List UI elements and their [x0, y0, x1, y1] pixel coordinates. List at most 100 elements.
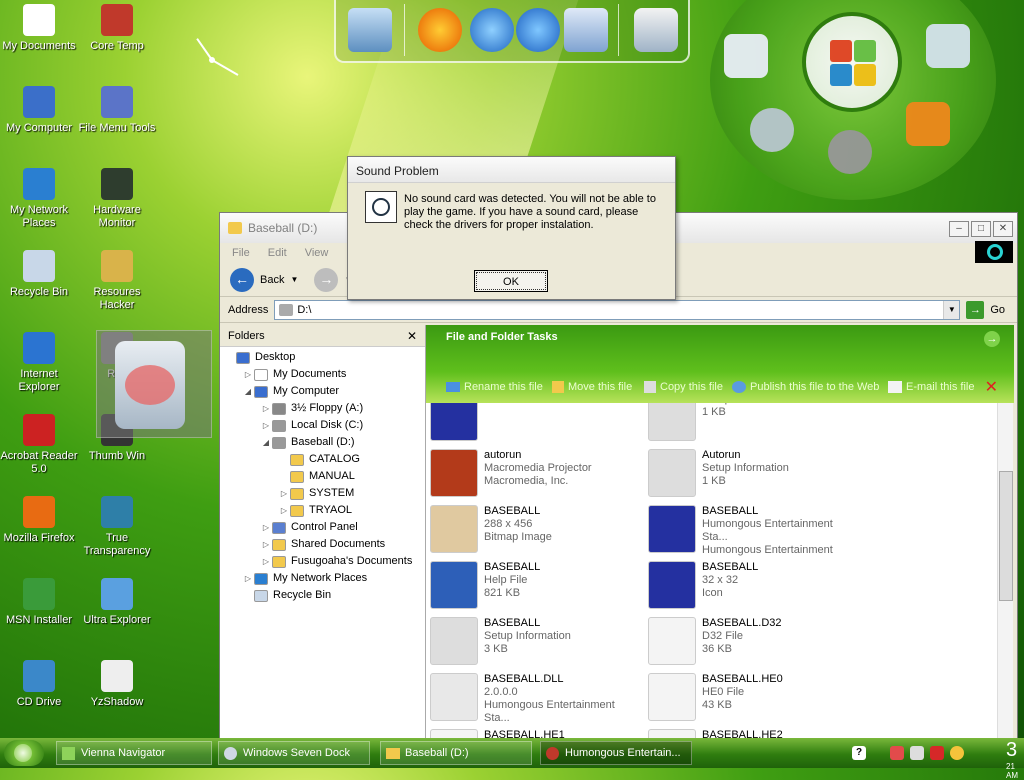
desktop-icon[interactable]: Resoures Hacker	[78, 250, 156, 312]
expander-icon[interactable]: ▷	[260, 519, 272, 536]
back-label[interactable]: Back	[260, 274, 284, 286]
delete-icon[interactable]: ✕	[985, 380, 998, 396]
tree-item[interactable]: ▷ Control Panel	[220, 519, 425, 536]
file-item[interactable]: Setup Information1 KB	[648, 403, 858, 447]
desktop-icon[interactable]: True Transparency	[78, 496, 156, 558]
network-icon[interactable]	[890, 746, 904, 760]
file-item[interactable]: AUTOBASE	[430, 403, 640, 447]
task-move[interactable]: Move this file	[552, 381, 632, 393]
recycle-icon[interactable]	[926, 24, 970, 68]
expander-icon[interactable]: ▷	[242, 570, 254, 587]
installer-icon[interactable]	[564, 8, 608, 52]
taskbar-clock[interactable]: 3 21 AM	[1006, 739, 1018, 780]
expander-icon[interactable]: ▷	[242, 366, 254, 383]
tree-item[interactable]: ▷ Fusugoaha's Documents	[220, 553, 425, 570]
tree-item[interactable]: ▷ Local Disk (C:)	[220, 417, 425, 434]
tree-item[interactable]: ▷ Shared Documents	[220, 536, 425, 553]
desktop-icon[interactable]: Core Temp	[78, 4, 156, 53]
tree-item[interactable]: ▷ TRYAOL	[220, 502, 425, 519]
film-icon[interactable]	[828, 130, 872, 174]
file-item[interactable]: BASEBALL Help File 821 KB	[430, 561, 640, 615]
menu-view[interactable]: View	[305, 247, 329, 259]
address-dropdown-icon[interactable]: ▼	[943, 300, 960, 319]
expander-icon[interactable]: ▷	[260, 536, 272, 553]
taskbar-humongous-entertainment[interactable]: Humongous Entertain...	[540, 741, 692, 765]
tree-item[interactable]: ▷ 3½ Floppy (A:)	[220, 400, 425, 417]
desktop-icon[interactable]: My Network Places	[0, 168, 78, 230]
back-button[interactable]: ←	[230, 267, 254, 292]
ok-button[interactable]: OK	[474, 270, 548, 292]
desktop-icon[interactable]: CD Drive	[0, 660, 78, 709]
forward-button[interactable]: →	[314, 267, 339, 292]
expander-icon[interactable]: ◢	[260, 434, 272, 451]
help-icon[interactable]: ?	[852, 746, 866, 760]
messenger-icon[interactable]	[950, 746, 964, 760]
search-icon[interactable]	[750, 108, 794, 152]
file-item[interactable]: Autorun Setup Information 1 KB	[648, 449, 858, 503]
back-dropdown-icon[interactable]: ▼	[290, 275, 298, 284]
file-item[interactable]: BASEBALL 32 x 32 Icon	[648, 561, 858, 615]
expander-icon[interactable]: ▷	[278, 485, 290, 502]
file-item[interactable]: BASEBALL Humongous Entertainment Sta... Hu…	[648, 505, 858, 559]
vertical-scrollbar[interactable]	[997, 403, 1013, 739]
close-folders-button[interactable]: ✕	[407, 329, 417, 343]
desktop-icon[interactable]: Mozilla Firefox	[0, 496, 78, 545]
close-button[interactable]: ✕	[993, 221, 1013, 237]
desktop-icon[interactable]: YzShadow	[78, 660, 156, 709]
go-button[interactable]: Go	[990, 304, 1005, 316]
desktop-icon[interactable]: Ultra Explorer	[78, 578, 156, 627]
expander-icon[interactable]: ▷	[260, 400, 272, 417]
tree-item[interactable]: ◢ Baseball (D:)	[220, 434, 425, 451]
file-item[interactable]: BASEBALL.D32 D32 File 36 KB	[648, 617, 858, 671]
tree-item[interactable]: ▷ My Network Places	[220, 570, 425, 587]
windows-logo-icon[interactable]	[802, 12, 902, 112]
file-item[interactable]: BASEBALL Setup Information 3 KB	[430, 617, 640, 671]
media-player-icon[interactable]	[516, 8, 560, 52]
go-arrow-icon[interactable]: →	[966, 300, 985, 319]
start-button[interactable]	[4, 740, 44, 766]
file-item[interactable]: BASEBALL.DLL 2.0.0.0 Humongous Entertainme…	[430, 673, 640, 727]
maximize-button[interactable]: □	[971, 221, 991, 237]
tree-item[interactable]: MANUAL	[220, 468, 425, 485]
gadget-icon[interactable]	[724, 34, 768, 78]
desktop-icon[interactable]: MSN Installer	[0, 578, 78, 627]
file-item[interactable]: autorun Macromedia Projector Macromedia, I…	[430, 449, 640, 503]
file-item[interactable]: BASEBALL.HE0 HE0 File 43 KB	[648, 673, 858, 727]
tree-item[interactable]: Recycle Bin	[220, 587, 425, 604]
expander-icon[interactable]: ▷	[260, 417, 272, 434]
desktop-icon[interactable]: File Menu Tools	[78, 86, 156, 135]
security-icon[interactable]	[930, 746, 944, 760]
task-rename[interactable]: Rename this file	[446, 381, 543, 393]
expander-icon[interactable]: ▷	[278, 502, 290, 519]
expander-icon[interactable]: ◢	[242, 383, 254, 400]
collapse-tasks-icon[interactable]: →	[984, 331, 1000, 347]
taskbar-windows-seven-dock[interactable]: Windows Seven Dock	[218, 741, 370, 765]
address-input[interactable]: D:\ ▼	[274, 299, 961, 320]
task-copy[interactable]: Copy this file	[644, 381, 723, 393]
desktop-icon[interactable]: Internet Explorer	[0, 332, 78, 394]
trash-icon[interactable]	[634, 8, 678, 52]
desktop-icon[interactable]: My Documents	[0, 4, 78, 53]
tree-item[interactable]: ▷ My Documents	[220, 366, 425, 383]
expander-icon[interactable]: ▷	[260, 553, 272, 570]
menu-file[interactable]: File	[232, 247, 250, 259]
firefox-icon[interactable]	[418, 8, 462, 52]
desktop-icon[interactable]: My Computer	[0, 86, 78, 135]
task-email[interactable]: E-mail this file	[888, 381, 974, 393]
scrollbar-thumb[interactable]	[999, 471, 1013, 601]
tree-item[interactable]: ◢ My Computer	[220, 383, 425, 400]
tree-item[interactable]: Desktop	[220, 349, 425, 366]
monitor-icon[interactable]	[348, 8, 392, 52]
file-item[interactable]: BASEBALL 288 x 456 Bitmap Image	[430, 505, 640, 559]
minimize-button[interactable]: –	[949, 221, 969, 237]
tree-item[interactable]: CATALOG	[220, 451, 425, 468]
ie-icon[interactable]	[470, 8, 514, 52]
desktop-icon[interactable]: Acrobat Reader 5.0	[0, 414, 78, 476]
desktop-icon[interactable]: Hardware Monitor	[78, 168, 156, 230]
taskbar-baseball-d[interactable]: Baseball (D:)	[380, 741, 532, 765]
tree-item[interactable]: ▷ SYSTEM	[220, 485, 425, 502]
volume-icon[interactable]	[910, 746, 924, 760]
desktop-icon[interactable]: Recycle Bin	[0, 250, 78, 299]
media-player-icon[interactable]	[906, 102, 950, 146]
taskbar-vienna-navigator[interactable]: Vienna Navigator	[56, 741, 212, 765]
